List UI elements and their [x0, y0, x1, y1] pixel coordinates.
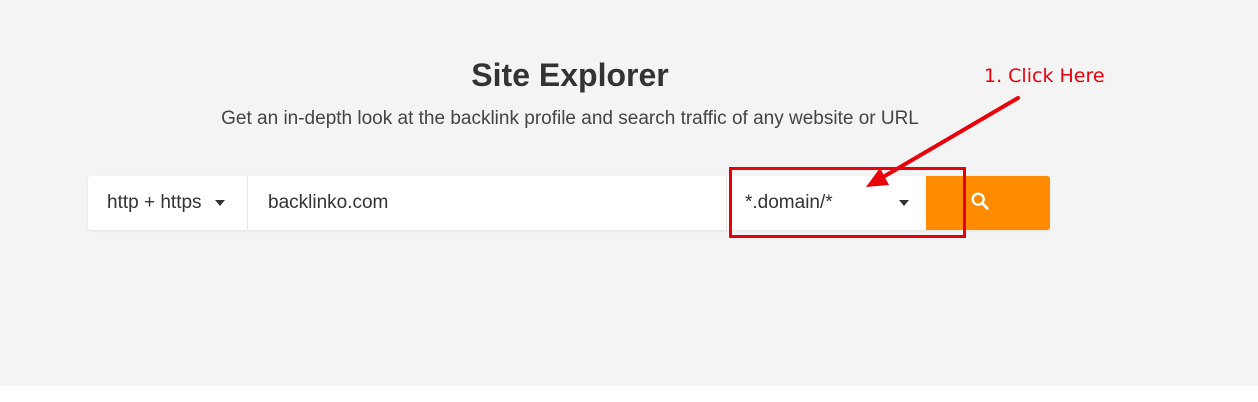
page-title: Site Explorer — [471, 57, 669, 93]
annotation-highlight-box — [729, 167, 966, 238]
annotation-text: 1. Click Here — [984, 65, 1105, 87]
protocol-label: http + https — [107, 192, 202, 213]
caret-down-icon — [214, 200, 225, 206]
site-explorer-panel: Site Explorer Get an in-depth look at th… — [0, 0, 1258, 386]
page-subtitle: Get an in-depth look at the backlink pro… — [221, 108, 919, 129]
search-icon — [971, 192, 989, 210]
protocol-dropdown[interactable]: http + https — [88, 176, 248, 230]
url-input[interactable] — [249, 176, 725, 230]
